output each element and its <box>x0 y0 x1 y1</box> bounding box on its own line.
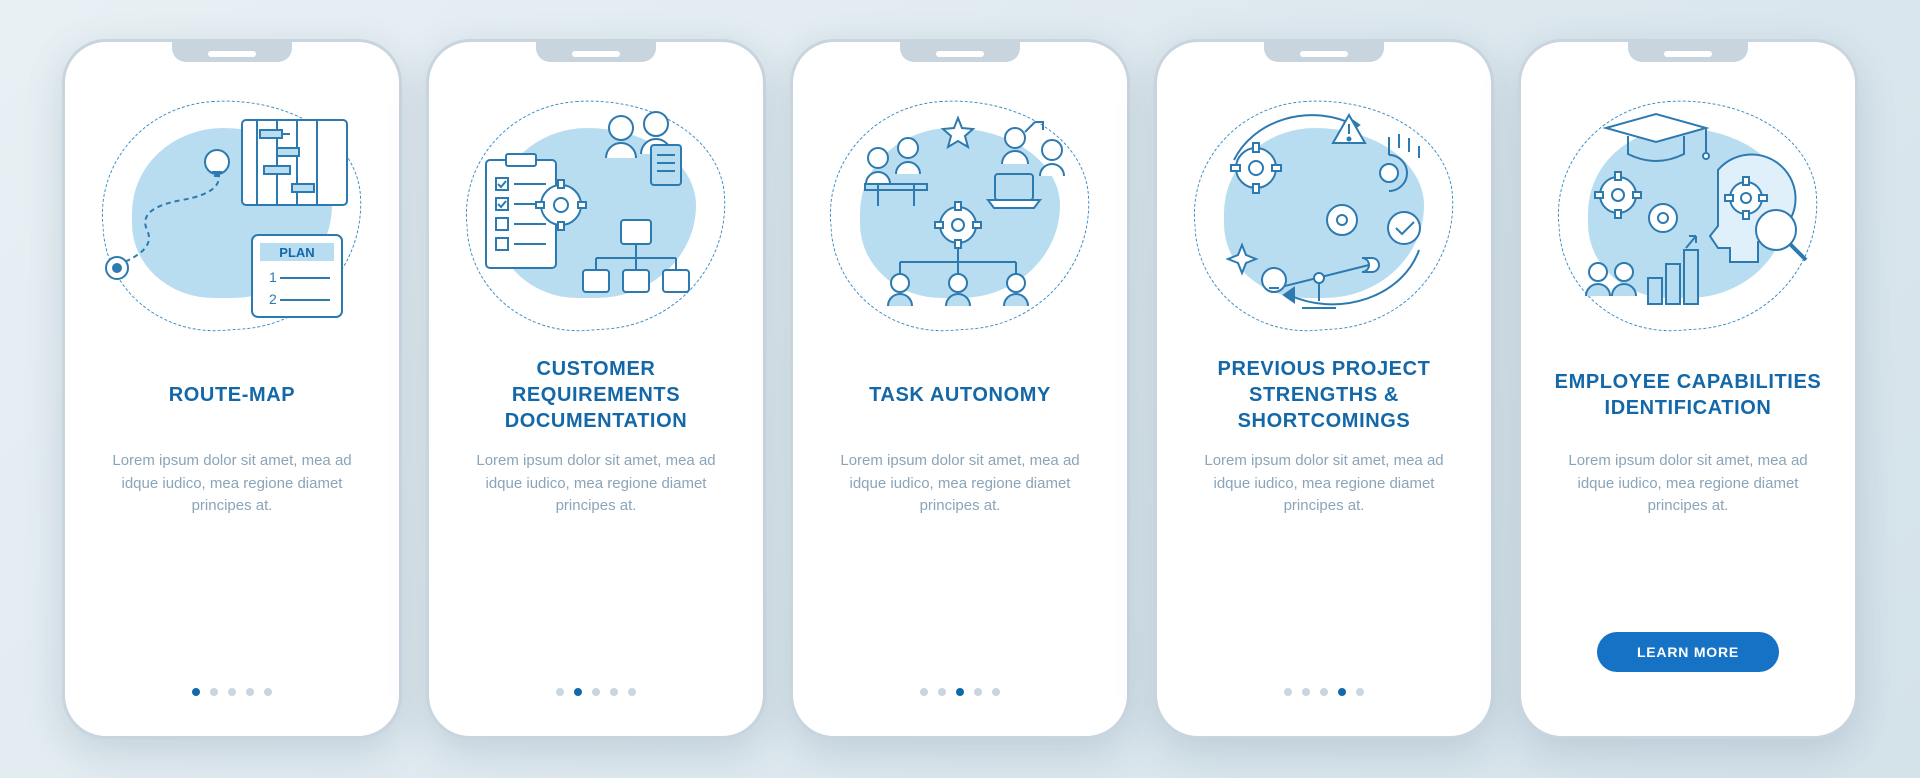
pager-dot[interactable] <box>228 688 236 696</box>
route-map-icon: PLAN 1 2 <box>102 100 362 330</box>
phone-notch <box>1264 40 1384 62</box>
phone-row: PLAN 1 2 ROUTE-MAP Lorem ipsum dolor sit… <box>22 39 1898 739</box>
illustration-employee-capabilities <box>1558 100 1818 330</box>
onboarding-screen-3: TASK AUTONOMY Lorem ipsum dolor sit amet… <box>790 39 1130 739</box>
employee-capabilities-icon <box>1558 100 1818 330</box>
onboarding-screen-4: PREVIOUS PROJECT STRENGTHS & SHORTCOMING… <box>1154 39 1494 739</box>
screen-title: CUSTOMER REQUIREMENTS DOCUMENTATION <box>451 354 741 436</box>
pager-dot[interactable] <box>264 688 272 696</box>
pager-dot[interactable] <box>920 688 928 696</box>
phone-notch <box>172 40 292 62</box>
screen-title: ROUTE-MAP <box>161 354 304 436</box>
screen-description: Lorem ipsum dolor sit amet, mea ad idque… <box>451 450 741 688</box>
phone-notch <box>1628 40 1748 62</box>
pager-dot[interactable] <box>610 688 618 696</box>
onboarding-screen-5: EMPLOYEE CAPABILITIES IDENTIFICATION Lor… <box>1518 39 1858 739</box>
pager-dot[interactable] <box>1302 688 1310 696</box>
pager-dot[interactable] <box>974 688 982 696</box>
pager-dot[interactable] <box>210 688 218 696</box>
illustration-customer-requirements <box>466 100 726 330</box>
screen-description: Lorem ipsum dolor sit amet, mea ad idque… <box>1179 450 1469 688</box>
svg-text:PLAN: PLAN <box>279 245 314 260</box>
pager-dot[interactable] <box>628 688 636 696</box>
onboarding-screen-1: PLAN 1 2 ROUTE-MAP Lorem ipsum dolor sit… <box>62 39 402 739</box>
pagination-dots[interactable] <box>556 688 636 696</box>
pager-dot[interactable] <box>192 688 200 696</box>
pager-dot[interactable] <box>1356 688 1364 696</box>
onboarding-screen-2: CUSTOMER REQUIREMENTS DOCUMENTATION Lore… <box>426 39 766 739</box>
screen-description: Lorem ipsum dolor sit amet, mea ad idque… <box>815 450 1105 688</box>
illustration-task-autonomy <box>830 100 1090 330</box>
screen-title: PREVIOUS PROJECT STRENGTHS & SHORTCOMING… <box>1179 354 1469 436</box>
pager-dot[interactable] <box>938 688 946 696</box>
pagination-dots[interactable] <box>1284 688 1364 696</box>
pager-dot[interactable] <box>1320 688 1328 696</box>
pagination-dots[interactable] <box>192 688 272 696</box>
screen-title: EMPLOYEE CAPABILITIES IDENTIFICATION <box>1543 354 1833 436</box>
learn-more-button[interactable]: LEARN MORE <box>1597 632 1779 672</box>
pager-dot[interactable] <box>246 688 254 696</box>
pager-dot[interactable] <box>1338 688 1346 696</box>
task-autonomy-icon <box>830 100 1090 330</box>
pager-dot[interactable] <box>574 688 582 696</box>
pager-dot[interactable] <box>556 688 564 696</box>
screen-title: TASK AUTONOMY <box>861 354 1059 436</box>
illustration-previous-project <box>1194 100 1454 330</box>
pager-dot[interactable] <box>592 688 600 696</box>
illustration-route-map: PLAN 1 2 <box>102 100 362 330</box>
svg-text:1: 1 <box>269 269 277 285</box>
svg-text:2: 2 <box>269 291 277 307</box>
pager-dot[interactable] <box>992 688 1000 696</box>
screen-description: Lorem ipsum dolor sit amet, mea ad idque… <box>1543 450 1833 632</box>
pager-dot[interactable] <box>956 688 964 696</box>
customer-requirements-icon <box>466 100 726 330</box>
previous-project-icon <box>1194 100 1454 330</box>
screen-description: Lorem ipsum dolor sit amet, mea ad idque… <box>87 450 377 688</box>
pager-dot[interactable] <box>1284 688 1292 696</box>
phone-notch <box>900 40 1020 62</box>
pagination-dots[interactable] <box>920 688 1000 696</box>
phone-notch <box>536 40 656 62</box>
